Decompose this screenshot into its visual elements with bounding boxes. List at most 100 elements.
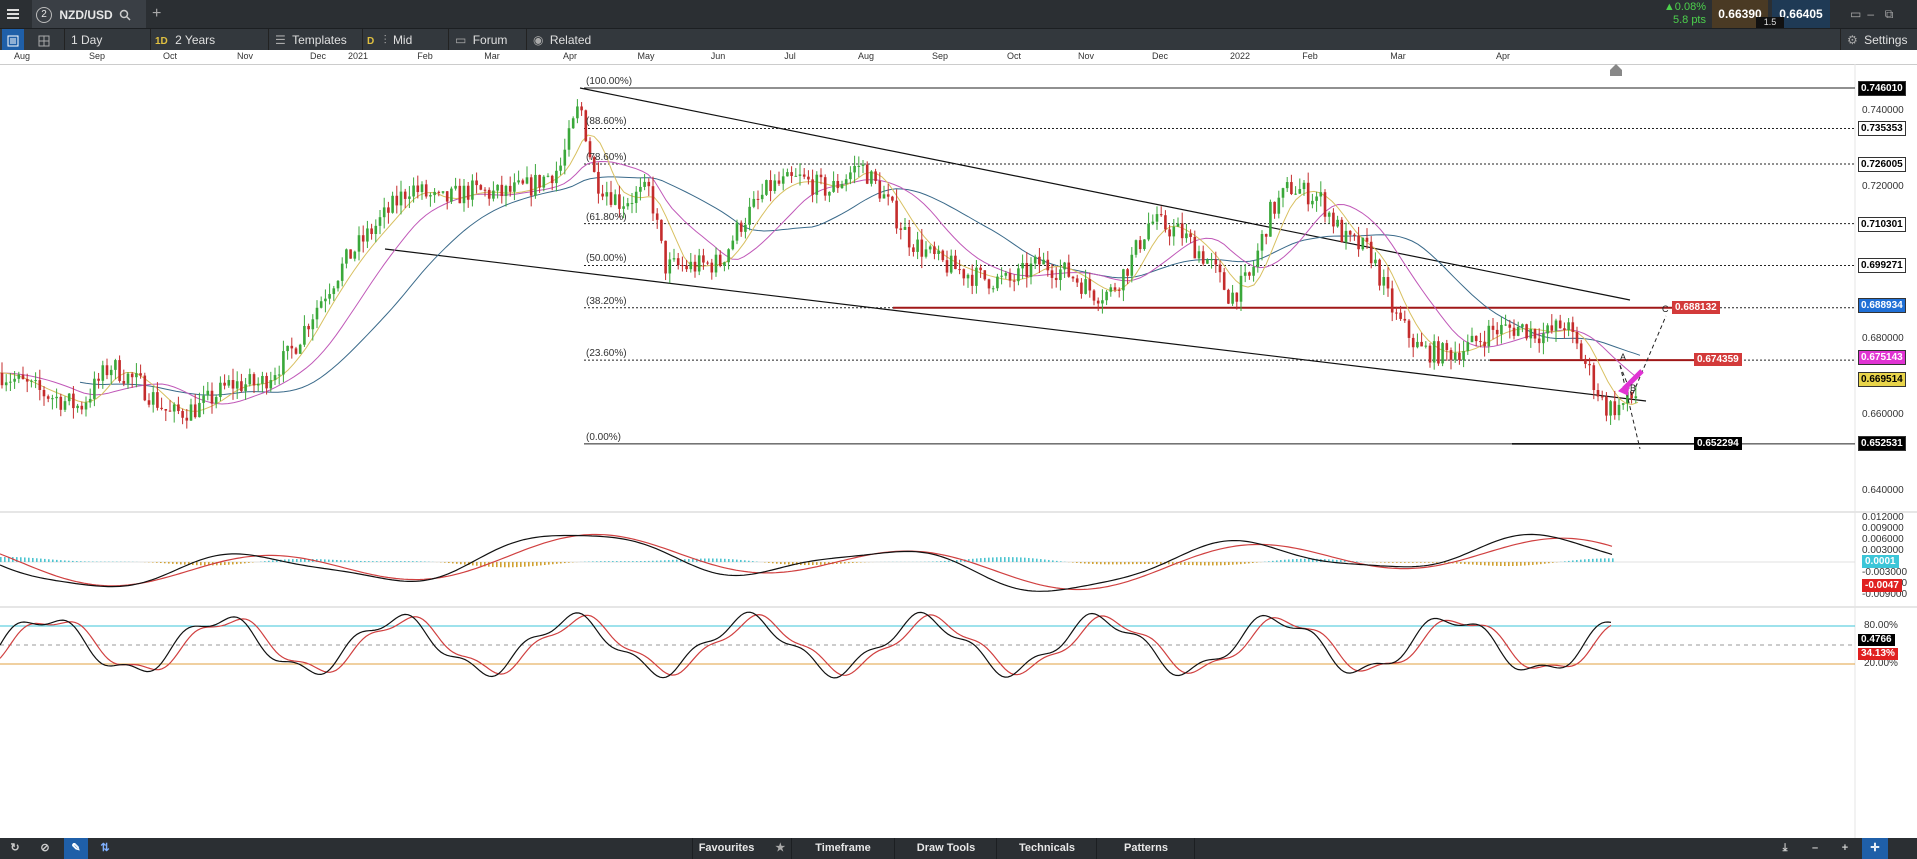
clear-button[interactable]: ⊘ (34, 838, 56, 859)
level-tag: 0.652294 (1694, 436, 1742, 450)
price-axis-label: 0.680000 (1862, 332, 1904, 344)
grid-icon (38, 35, 50, 47)
macd-axis-label: 0.006000 (1862, 533, 1904, 545)
templates-label: Templates (292, 33, 347, 47)
change-points: 5.8 pts (1672, 14, 1706, 26)
price-axis-label: 0.720000 (1862, 180, 1904, 192)
stoch-tag: 0.4766 (1858, 634, 1895, 646)
zoom-in-button[interactable]: + (1834, 838, 1856, 859)
month-label: 2021 (347, 51, 369, 61)
refresh-icon: ↻ (10, 842, 20, 854)
symbol-name: NZD/USD (59, 7, 113, 22)
change-box: ▲0.08% 5.8 pts (1652, 0, 1706, 29)
pencil-icon: ✎ (71, 842, 81, 854)
zoom-out-button[interactable]: – (1804, 838, 1826, 859)
month-label: Mar (484, 51, 500, 61)
related-label: Related (549, 33, 592, 47)
month-label: Feb (1302, 51, 1318, 61)
tab-number-badge: 2 (36, 6, 52, 23)
price-tag: 0.688934 (1858, 297, 1906, 313)
layout-button[interactable] (2, 29, 24, 51)
minimize-icon[interactable]: – (1867, 0, 1881, 28)
related-button[interactable]: ◉ Related (526, 29, 613, 51)
fib-label: (61.80%) (586, 211, 627, 223)
eye-icon: ◉ (533, 33, 544, 47)
chart-area[interactable]: A B C (100.00%) (88.60%) (78.60%) (61.80%) (50.… (0, 64, 1917, 838)
month-label: Aug (13, 51, 31, 61)
grid-layout-button[interactable] (38, 29, 56, 51)
level-tag: 0.688132 (1672, 300, 1720, 314)
tab-technicals[interactable]: Technicals (998, 838, 1097, 859)
price-type-select[interactable]: D ⫶ Mid (362, 29, 445, 51)
level-tag: 0.674359 (1694, 353, 1742, 367)
interval-select[interactable]: 1 Day (64, 29, 157, 51)
range-select[interactable]: 1D 2 Years (150, 29, 265, 51)
tab-favourites-label: Favourites (698, 842, 755, 854)
fib-label: (100.00%) (586, 76, 633, 87)
tab-draw-tools[interactable]: Draw Tools (896, 838, 997, 859)
chart-toolbar: 1 Day 1D 2 Years ☰ Templates D ⫶ Mid ▭ F… (0, 28, 1917, 51)
templates-icon: ☰ (275, 33, 286, 47)
month-label: Dec (309, 51, 327, 61)
month-label: Apr (562, 51, 578, 61)
crosshair-icon: ✛ (1870, 842, 1880, 854)
fib-label: (50.00%) (586, 253, 627, 265)
stoch-axis-label: 80.00% (1864, 620, 1898, 631)
zoom-in-icon: + (1841, 842, 1849, 854)
cursor-icon: ⇅ (100, 842, 110, 854)
spread-value: 1.5 (1756, 17, 1784, 28)
layout-icon (7, 35, 19, 47)
macd-axis-label: 0.009000 (1862, 522, 1904, 534)
refresh-button[interactable]: ↻ (4, 838, 26, 859)
settings-button[interactable]: ⚙ Settings (1840, 29, 1917, 51)
time-axis: Aug Sep Oct Nov Dec 2021 Feb Mar Apr May Jun Jul Aug… (0, 50, 1917, 65)
search-icon[interactable] (119, 9, 131, 21)
draw-button[interactable]: ✎ (64, 838, 88, 859)
fib-label: (88.60%) (586, 116, 627, 128)
templates-button[interactable]: ☰ Templates (268, 29, 363, 51)
price-axis-label: 0.740000 (1862, 104, 1904, 116)
month-label: Dec (1151, 51, 1169, 61)
stoch-tag: 34.13% (1858, 648, 1898, 660)
price-tag: 0.735353 (1858, 121, 1906, 137)
price-tag: 0.699271 (1858, 258, 1906, 274)
price-axis-label: 0.640000 (1862, 484, 1904, 496)
month-label: Nov (236, 51, 254, 61)
cursor-button[interactable]: ⇅ (94, 838, 116, 859)
mid-icon: ⫶ (383, 33, 387, 47)
restore-icon[interactable]: ▭ (1850, 0, 1864, 28)
star-icon: ★ (775, 842, 786, 854)
forum-button[interactable]: ▭ Forum (448, 29, 525, 51)
popout-icon[interactable]: ⧉ (1885, 0, 1899, 28)
macd-axis-label: 0.012000 (1862, 511, 1904, 523)
month-label: Aug (857, 51, 875, 61)
fib-label: (38.20%) (586, 295, 627, 307)
tab-patterns[interactable]: Patterns (1098, 838, 1195, 859)
add-tab-button[interactable]: + (152, 0, 161, 28)
window-controls: ▭ – ⧉ ✕ (1850, 0, 1914, 49)
tab-favourites[interactable]: Favourites ★ (692, 838, 792, 859)
price-type-value: Mid (392, 33, 413, 47)
tab-patterns-label: Patterns (1123, 842, 1169, 854)
interval-value: 1 Day (71, 33, 103, 47)
symbol-tab[interactable]: 2 NZD/USD (32, 0, 146, 28)
crosshair-button[interactable]: ✛ (1862, 838, 1888, 859)
tab-technicals-label: Technicals (1018, 842, 1076, 854)
macd-axis-label: -0.003000 (1862, 567, 1908, 579)
export-button[interactable]: ⤓ (1774, 838, 1796, 859)
top-bar: 2 NZD/USD + ▲0.08% 5.8 pts 0.66390 0.664… (0, 0, 1917, 49)
tab-timeframe[interactable]: Timeframe (792, 838, 895, 859)
tab-draw-tools-label: Draw Tools (916, 842, 976, 854)
month-label: Sep (931, 51, 949, 61)
month-label: Oct (1006, 51, 1022, 61)
zoom-out-icon: – (1811, 842, 1819, 854)
pattern-label: B (1630, 382, 1637, 393)
month-label: Feb (417, 51, 433, 61)
month-label: 2022 (1229, 51, 1251, 61)
macd-tag: 0.0001 (1862, 555, 1899, 568)
month-label: Oct (162, 51, 178, 61)
menu-button[interactable] (6, 0, 26, 28)
tab-timeframe-label: Timeframe (815, 842, 871, 854)
pattern-label: C (1662, 304, 1669, 315)
change-percent: ▲0.08% (1663, 1, 1706, 13)
